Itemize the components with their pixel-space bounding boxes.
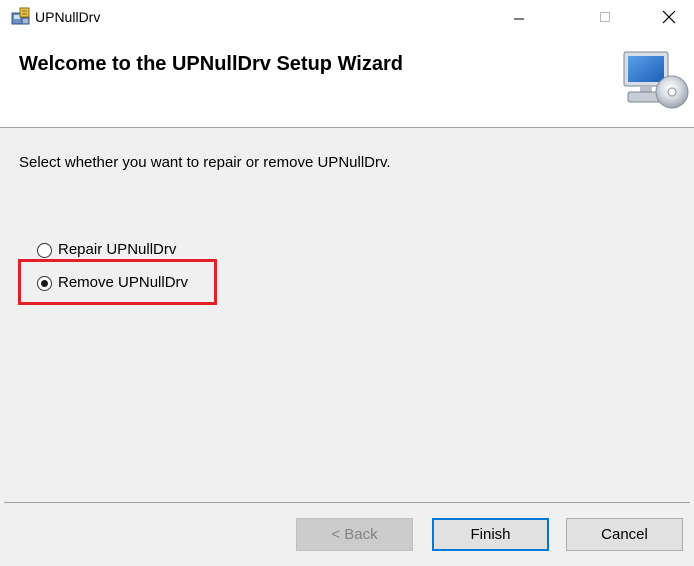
minimize-button[interactable] <box>496 0 542 34</box>
page-title: Welcome to the UPNullDrv Setup Wizard <box>19 53 403 75</box>
cancel-button[interactable]: Cancel <box>566 518 683 551</box>
title-bar[interactable]: UPNullDrv <box>0 0 694 34</box>
maximize-icon <box>600 12 610 22</box>
window-title: UPNullDrv <box>35 9 101 25</box>
computer-cd-icon <box>620 48 692 112</box>
finish-button[interactable]: Finish <box>432 518 549 551</box>
wizard-content: Select whether you want to repair or rem… <box>0 128 694 502</box>
setup-wizard-window: UPNullDrv Welcome to the UPNullDrv Setup… <box>0 0 694 566</box>
repair-option[interactable]: Repair UPNullDrv <box>37 241 176 259</box>
wizard-footer: < Back Finish Cancel <box>0 503 694 566</box>
wizard-header: Welcome to the UPNullDrv Setup Wizard <box>0 34 694 128</box>
installer-app-icon <box>11 6 31 26</box>
repair-radio-button[interactable] <box>37 242 52 258</box>
maximize-button[interactable] <box>582 0 628 34</box>
repair-option-label: Repair UPNullDrv <box>58 241 177 258</box>
instruction-text: Select whether you want to repair or rem… <box>19 154 391 171</box>
minimize-icon <box>514 18 524 20</box>
annotation-highlight-box <box>18 259 217 305</box>
back-button[interactable]: < Back <box>296 518 413 551</box>
close-icon <box>662 10 676 24</box>
close-button[interactable] <box>646 0 692 34</box>
